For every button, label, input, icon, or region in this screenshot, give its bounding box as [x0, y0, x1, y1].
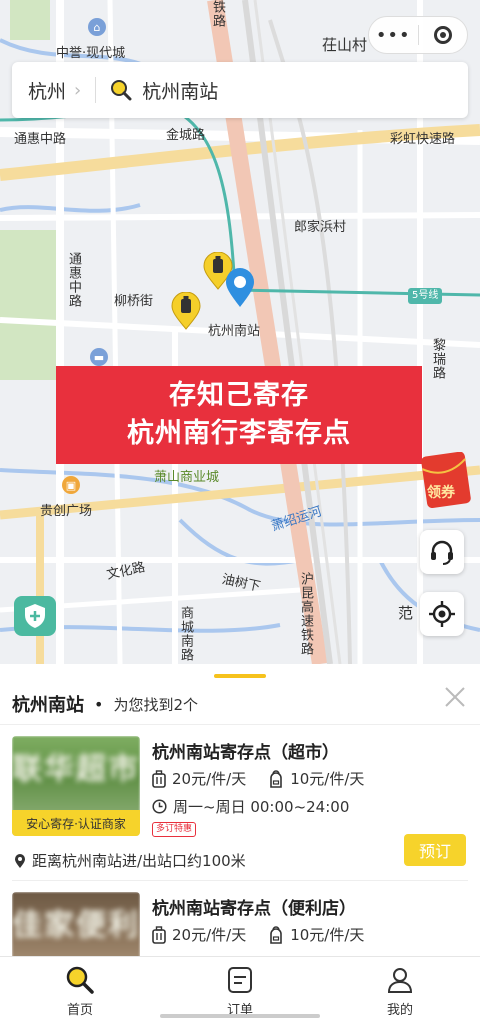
crosshair-icon: [429, 601, 455, 627]
map-label-tonghui-vertical: 通惠中路: [66, 252, 81, 308]
target-icon: [433, 26, 452, 44]
map-label-langjiabang: 郎家浜村: [294, 220, 347, 235]
price-luggage: 20元/件/天: [172, 770, 247, 788]
poi-icon: ⌂: [88, 18, 106, 36]
city-label: 杭州: [28, 80, 67, 103]
user-icon: [387, 968, 413, 993]
luggage-icon: [152, 769, 166, 788]
certified-badge: 安心寄存·认证商家: [12, 810, 140, 836]
headset-icon: [431, 540, 453, 565]
search-divider: [95, 77, 97, 103]
map-view[interactable]: 中誉·现代城 ⌂ 茌山村 铁路 通惠中路 金城路 彩虹快速路 郎家浜村 通惠中路…: [0, 0, 480, 664]
storage-card[interactable]: 联华超市 安心寄存·认证商家 杭州南站寄存点（超市） 20元/件/天 10元/件…: [12, 736, 468, 876]
clock-icon: [152, 799, 167, 814]
tab-home-label: 首页: [66, 1003, 93, 1018]
map-label-guichuang: 贵创广场: [40, 504, 93, 519]
tab-home[interactable]: 首页: [0, 957, 160, 1021]
map-label-fan: 范: [398, 604, 414, 622]
home-indicator: [160, 1014, 320, 1018]
sheet-drag-handle[interactable]: [214, 674, 266, 678]
close-icon[interactable]: [444, 686, 466, 708]
header-dot: •: [94, 694, 104, 714]
map-label-tonghuizhonglu: 通惠中路: [14, 132, 67, 147]
price-bag: 10元/件/天: [290, 926, 365, 944]
banner-line-1: 存知己寄存: [169, 380, 309, 411]
distance-text: 距离杭州南站进/出站口约100米: [32, 852, 246, 870]
order-icon: [228, 967, 252, 993]
price-bag: 10元/件/天: [290, 770, 365, 788]
results-count: 为您找到2个: [113, 695, 198, 714]
price-row: 20元/件/天 10元/件/天: [152, 768, 386, 789]
results-header: 杭州南站 • 为您找到2个: [12, 686, 468, 722]
map-label-hukun: 沪昆高速铁路: [298, 572, 313, 656]
banner-line-2: 杭州南行李寄存点: [127, 418, 351, 449]
store-photo: 佳家便利: [12, 892, 140, 956]
shopping-icon: ▣: [62, 476, 80, 494]
luggage-icon: [152, 925, 166, 944]
price-row: 20元/件/天 10元/件/天: [152, 924, 386, 945]
map-label-shangcheng: 商城南路: [178, 606, 193, 662]
card-divider: [12, 880, 468, 881]
map-label-caihong: 彩虹快速路: [390, 132, 456, 147]
header-divider: [0, 724, 480, 725]
insurance-button[interactable]: [14, 596, 56, 636]
distance-info: 距离杭州南站进/出站口约100米: [14, 850, 246, 871]
coupon-label: 领券: [427, 485, 455, 501]
city-selector[interactable]: 杭州 ›: [12, 77, 81, 104]
map-pin-icon: [15, 853, 25, 868]
promo-tag: 多订特惠: [152, 822, 197, 837]
search-input[interactable]: 杭州南站: [110, 77, 468, 104]
customer-service-button[interactable]: [420, 530, 464, 574]
search-icon: [66, 966, 94, 994]
hours-text: 周一~周日 00:00~24:00: [173, 798, 350, 816]
book-button[interactable]: 预订: [404, 834, 466, 866]
store-photo-sign: 联华超市: [12, 752, 140, 787]
metro-line-badge: 5号线: [408, 288, 443, 304]
bed-icon: ▬: [90, 348, 108, 366]
map-label-tielu: 铁路: [210, 0, 225, 28]
more-menu-button[interactable]: •••: [369, 25, 418, 46]
map-label-xiaoshan: 萧山商业城: [154, 470, 220, 485]
shield-plus-icon: [25, 604, 45, 628]
promo-banner: 存知己寄存 杭州南行李寄存点: [56, 366, 422, 464]
search-query: 杭州南站: [142, 80, 219, 103]
map-label-zhuangshancun: 茌山村: [322, 36, 368, 54]
close-miniprogram-button[interactable]: [419, 26, 468, 44]
locate-me-button[interactable]: [420, 592, 464, 636]
tab-bar: 首页 订单 我的: [0, 956, 480, 1021]
store-photo-sign: 佳家便利: [12, 908, 140, 943]
store-title: 杭州南站寄存点（超市）: [152, 743, 339, 763]
chevron-right-icon: ›: [74, 79, 82, 101]
results-sheet: 杭州南站 • 为您找到2个 联华超市 安心寄存·认证商家 杭州南站寄存点（超市）…: [0, 664, 480, 956]
map-label-zhongyu: 中誉·现代城: [56, 46, 126, 61]
map-label-liuqiao: 柳桥街: [114, 294, 154, 309]
search-icon: [111, 80, 132, 101]
store-title: 杭州南站寄存点（便利店）: [152, 899, 356, 919]
store-photo: 联华超市 安心寄存·认证商家: [12, 736, 140, 836]
coupon-button[interactable]: 领券: [418, 451, 472, 509]
tab-profile-label: 我的: [386, 1003, 413, 1018]
results-station: 杭州南站: [12, 695, 84, 716]
map-label-jincheng: 金城路: [166, 128, 206, 143]
backpack-icon: [270, 925, 283, 944]
price-luggage: 20元/件/天: [172, 926, 247, 944]
opening-hours: 周一~周日 00:00~24:00: [152, 796, 349, 817]
search-bar: 杭州 › 杭州南站: [12, 62, 468, 118]
storage-marker-2[interactable]: [171, 292, 201, 330]
tab-orders[interactable]: 订单: [160, 957, 320, 1021]
map-label-station: 杭州南站: [208, 324, 261, 339]
backpack-icon: [270, 769, 283, 788]
location-pin-icon: [226, 268, 254, 307]
tab-profile[interactable]: 我的: [320, 957, 480, 1021]
map-label-lilong: 黎瑞路: [430, 338, 445, 380]
storage-card[interactable]: 佳家便利 杭州南站寄存点（便利店） 20元/件/天 10元/件/天: [12, 892, 468, 956]
miniprogram-capsule: •••: [368, 16, 468, 54]
